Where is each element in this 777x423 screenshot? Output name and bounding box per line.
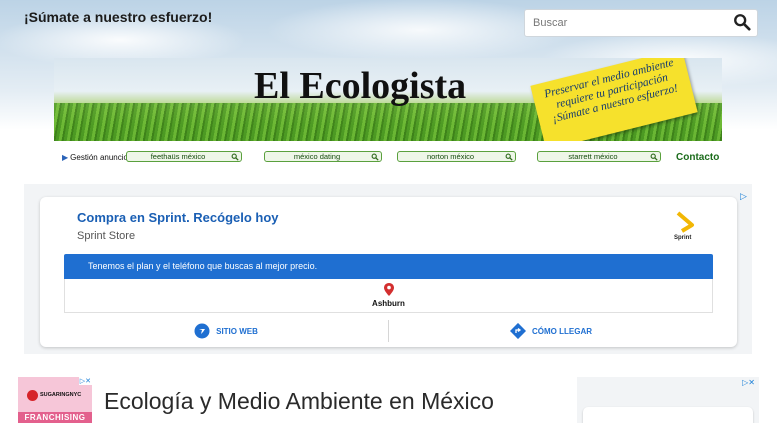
search-button[interactable] — [733, 13, 753, 33]
ad-advertiser: Sprint Store — [77, 230, 136, 242]
search-icon — [371, 153, 379, 161]
right-side-ad[interactable]: ▷✕ — [577, 377, 759, 423]
nav-link-2[interactable]: méxico dating — [264, 151, 382, 162]
nav-row: ▶ Gestión anuncios feethaüs méxico méxico… — [62, 150, 722, 166]
play-arrow-icon: ▶ — [62, 153, 69, 162]
search-input[interactable] — [525, 10, 730, 36]
ad-logo-mark — [27, 390, 38, 401]
nav-link-label: méxico dating — [293, 152, 341, 161]
ad-location-box[interactable]: Ashburn — [64, 279, 713, 313]
ad-container: ▷ Compra en Sprint. Recógelo hoy Sprint … — [24, 184, 752, 354]
brand-label: Sprint — [674, 235, 692, 241]
site-title: El Ecologista — [254, 65, 467, 107]
page-title: Ecología y Medio Ambiente en México — [104, 388, 494, 414]
search-icon — [734, 14, 751, 31]
globe-icon — [194, 323, 210, 339]
ad-management-link[interactable]: ▶ Gestión anuncios — [62, 153, 132, 162]
contact-link[interactable]: Contacto — [676, 152, 719, 163]
adchoices-icon[interactable]: ▷ — [740, 192, 749, 201]
directions-label: CÓMO LLEGAR — [532, 326, 592, 336]
search-icon — [650, 153, 658, 161]
website-button[interactable]: SITIO WEB — [64, 318, 388, 344]
ad-card[interactable]: Compra en Sprint. Recógelo hoy Sprint St… — [40, 197, 737, 347]
nav-link-label: norton méxico — [426, 152, 475, 161]
map-pin-icon — [384, 283, 394, 296]
search-icon — [231, 153, 239, 161]
nav-link-3[interactable]: norton méxico — [397, 151, 516, 162]
ad-description: Tenemos el plan y el teléfono que buscas… — [64, 254, 713, 279]
nav-link-4[interactable]: starrett méxico — [537, 151, 661, 162]
adchoices-icon[interactable]: ▷✕ — [742, 378, 755, 387]
ad-logo-text: SUGARINGNYC — [40, 392, 82, 398]
location-label: Ashburn — [372, 299, 405, 308]
header-tagline: ¡Súmate a nuestro esfuerzo! — [24, 9, 213, 25]
search-icon — [505, 153, 513, 161]
site-banner[interactable]: El Ecologista Preservar el medio ambient… — [54, 58, 722, 141]
left-side-ad[interactable]: ▷✕ SUGARINGNYC FRANCHISING — [18, 377, 92, 423]
website-label: SITIO WEB — [216, 326, 258, 336]
directions-button[interactable]: CÓMO LLEGAR — [389, 318, 713, 344]
ad-management-label: Gestión anuncios — [70, 153, 132, 162]
search-box — [524, 9, 758, 37]
ad-franchising-text: FRANCHISING — [18, 412, 92, 423]
directions-icon — [510, 323, 526, 339]
nav-link-label: feethaüs méxico — [150, 152, 206, 161]
adchoices-icon[interactable]: ▷✕ — [78, 377, 92, 385]
nav-link-label: starrett méxico — [568, 152, 618, 161]
nav-link-1[interactable]: feethaüs méxico — [126, 151, 242, 162]
ad-card[interactable] — [583, 407, 753, 423]
ad-headline[interactable]: Compra en Sprint. Recógelo hoy — [77, 210, 279, 225]
ad-actions: SITIO WEB CÓMO LLEGAR — [64, 318, 713, 344]
